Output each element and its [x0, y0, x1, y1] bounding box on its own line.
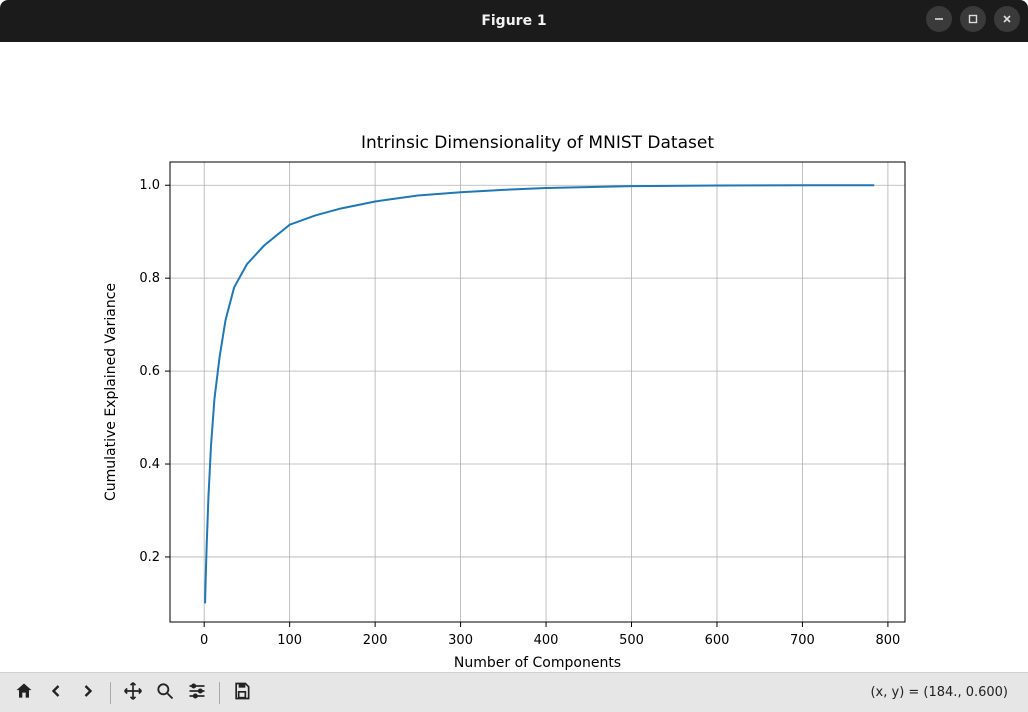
- move-icon: [123, 681, 143, 705]
- window-titlebar: Figure 1: [0, 0, 1028, 42]
- y-tick-label: 0.4: [139, 457, 160, 472]
- save-button[interactable]: [228, 679, 256, 707]
- pan-button[interactable]: [119, 679, 147, 707]
- back-button[interactable]: [42, 679, 70, 707]
- maximize-button[interactable]: [960, 6, 986, 32]
- subplots-button[interactable]: [183, 679, 211, 707]
- close-button[interactable]: [994, 6, 1020, 32]
- toolbar-separator: [219, 682, 220, 704]
- home-button[interactable]: [10, 679, 38, 707]
- minimize-button[interactable]: [926, 6, 952, 32]
- save-icon: [232, 681, 252, 705]
- window-controls: [926, 6, 1020, 32]
- sliders-icon: [187, 681, 207, 705]
- forward-button[interactable]: [74, 679, 102, 707]
- x-tick-label: 100: [277, 633, 302, 648]
- plot-svg: 0 100 200 300 400 500 600 700 800 0.2 0.4 0.6 0.8 1.0…: [0, 42, 1028, 672]
- y-tick-label: 1.0: [139, 178, 160, 193]
- x-tick-label: 700: [790, 633, 815, 648]
- chart-title: Intrinsic Dimensionality of MNIST Datase…: [361, 133, 714, 153]
- y-tick-label: 0.2: [139, 550, 160, 565]
- x-tick-label: 0: [200, 633, 208, 648]
- x-tick-label: 800: [875, 633, 900, 648]
- x-tick-label: 400: [534, 633, 559, 648]
- window-title: Figure 1: [481, 13, 546, 29]
- home-icon: [14, 681, 34, 705]
- y-axis-label: Cumulative Explained Variance: [103, 283, 119, 501]
- arrow-left-icon: [46, 681, 66, 705]
- y-tick-label: 0.8: [139, 271, 160, 286]
- x-axis-label: Number of Components: [454, 655, 621, 671]
- x-tick-label: 500: [619, 633, 644, 648]
- toolbar-separator: [110, 682, 111, 704]
- zoom-button[interactable]: [151, 679, 179, 707]
- x-tick-label: 300: [448, 633, 473, 648]
- x-tick-label: 200: [363, 633, 388, 648]
- search-icon: [155, 681, 175, 705]
- coordinate-readout: (x, y) = (184., 0.600): [870, 685, 1018, 700]
- x-tick-label: 600: [705, 633, 730, 648]
- arrow-right-icon: [78, 681, 98, 705]
- figure-canvas[interactable]: 0 100 200 300 400 500 600 700 800 0.2 0.4 0.6 0.8 1.0…: [0, 42, 1028, 672]
- y-tick-label: 0.6: [139, 364, 160, 379]
- mpl-toolbar: (x, y) = (184., 0.600): [0, 672, 1028, 712]
- line-series: [205, 185, 874, 603]
